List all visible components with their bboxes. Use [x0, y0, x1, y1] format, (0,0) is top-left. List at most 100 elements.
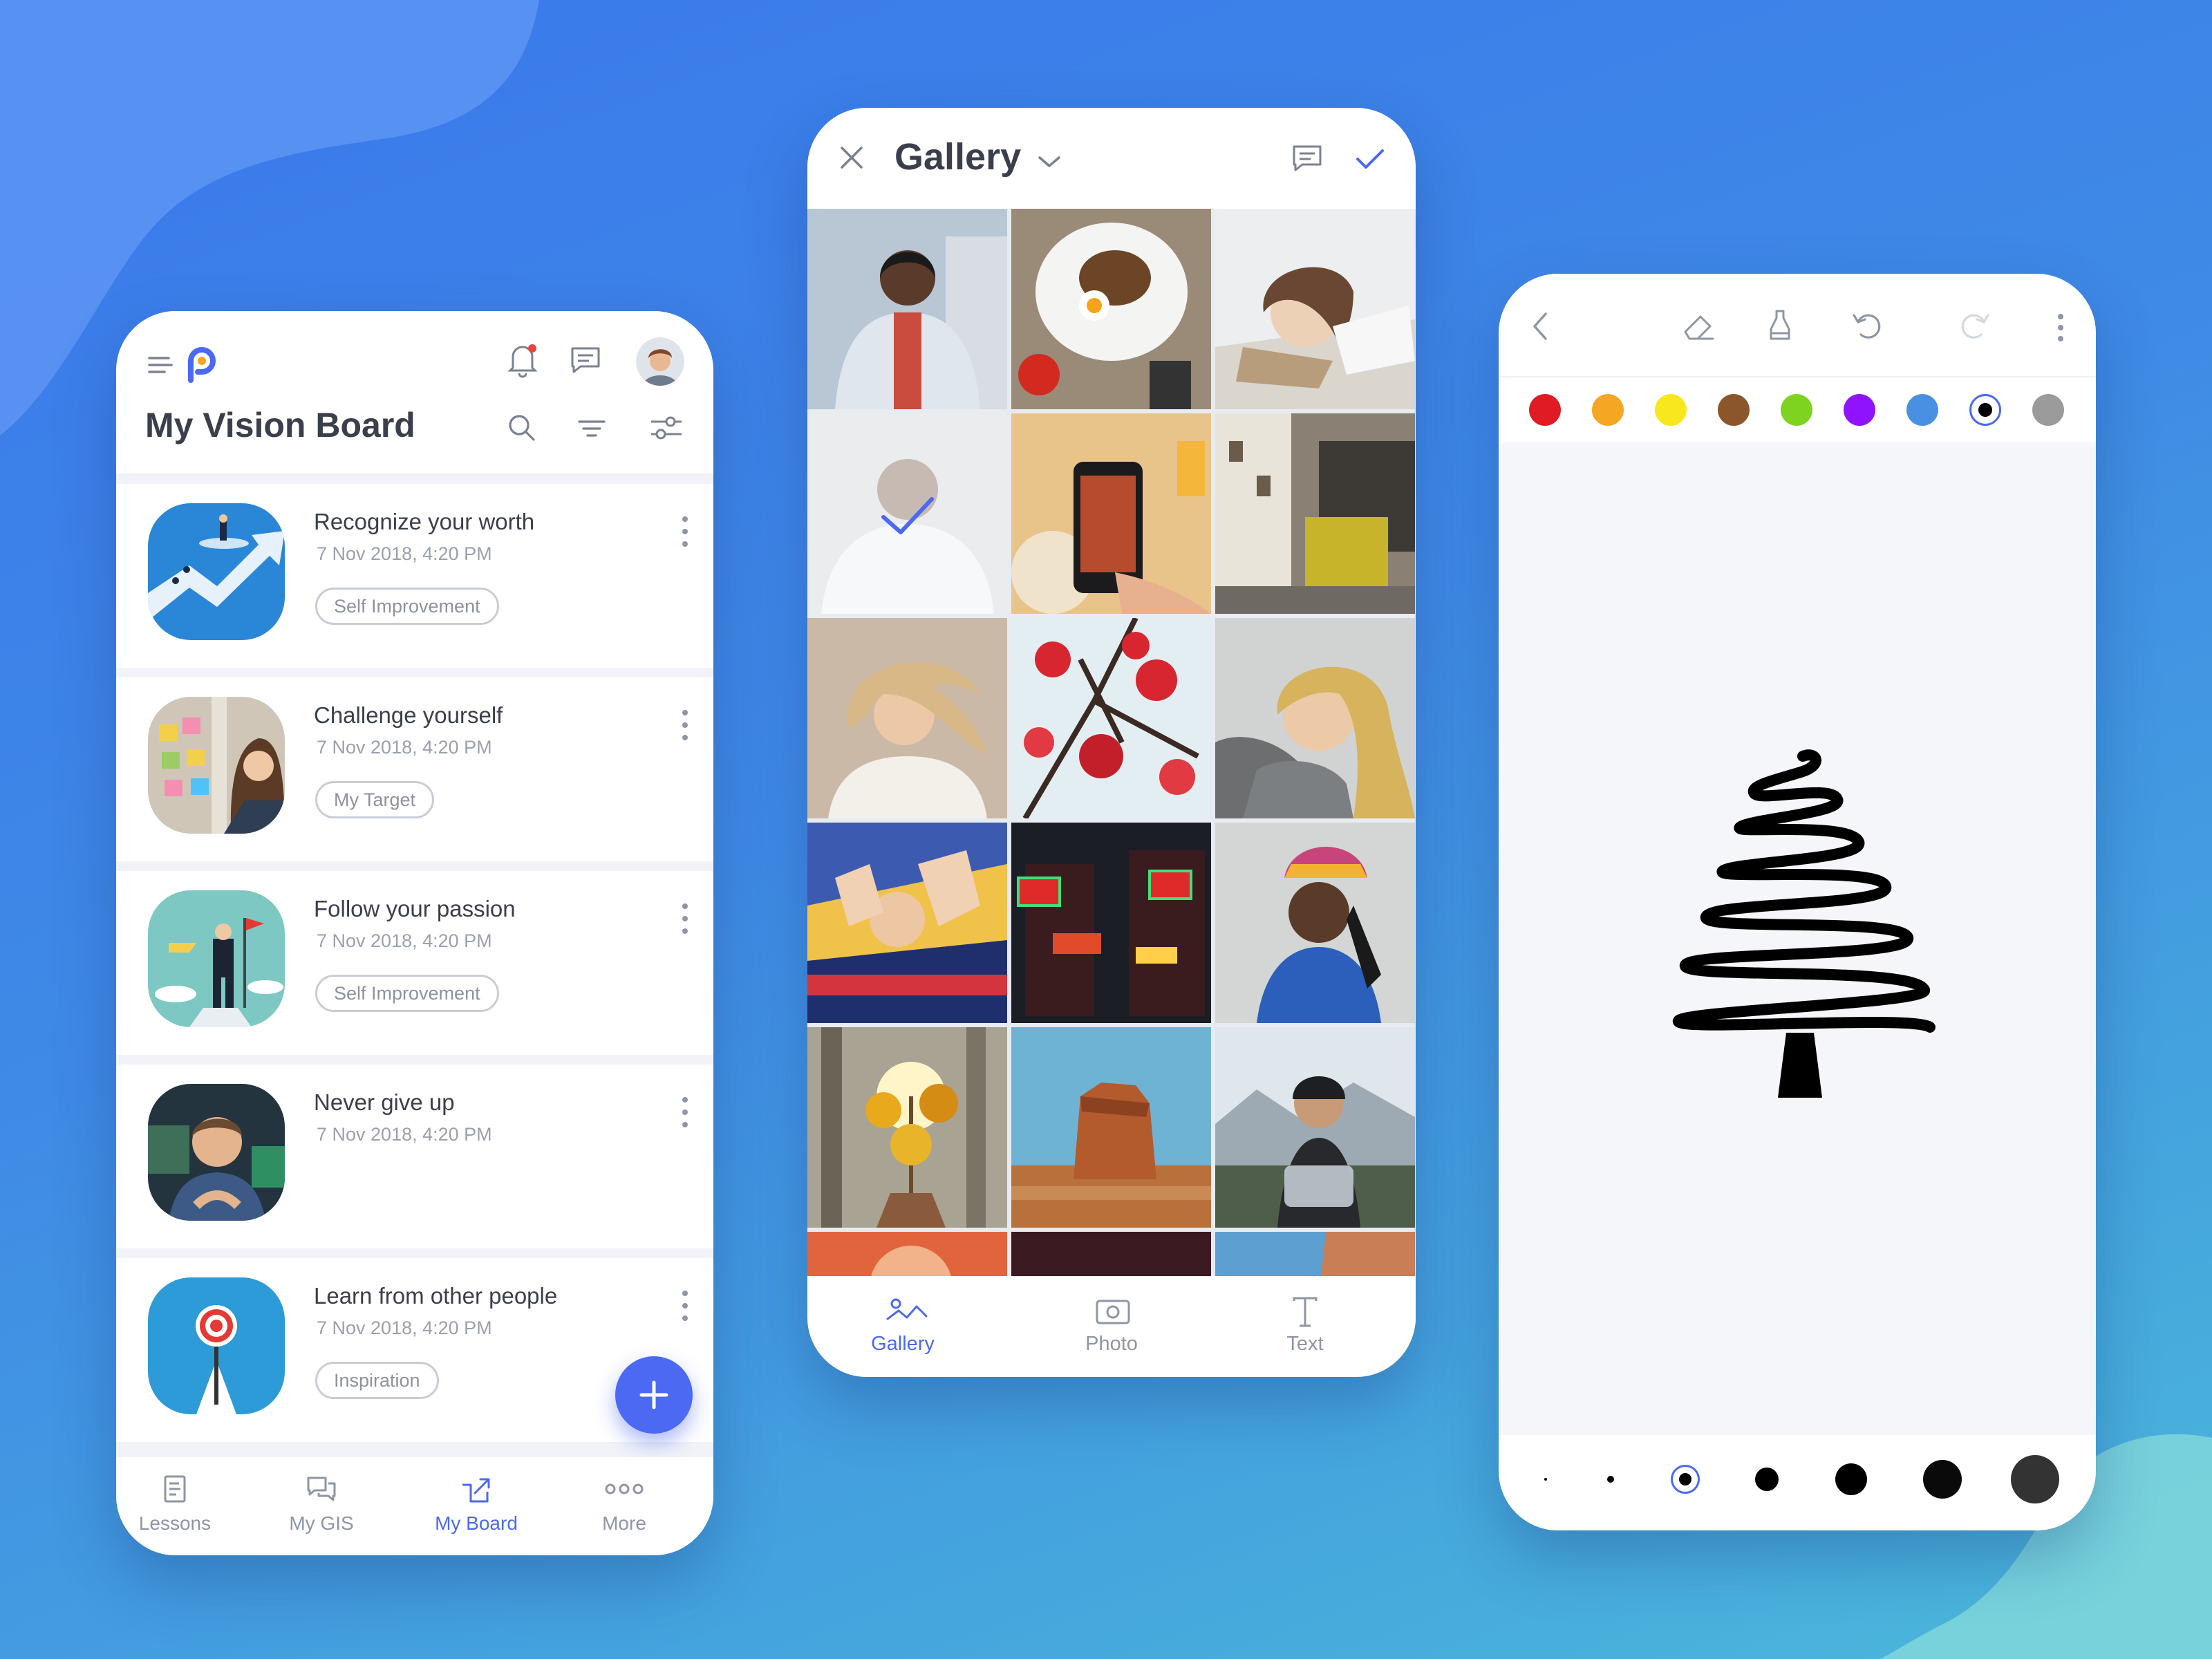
highlighter-icon[interactable]: [1765, 308, 1796, 344]
tab-photo[interactable]: Photo: [1042, 1297, 1181, 1366]
vision-board-screen: My Vision Board Recognize your worth 7 N…: [116, 311, 713, 1555]
check-icon[interactable]: [1353, 145, 1387, 173]
brush-size-option[interactable]: [1607, 1476, 1614, 1483]
more-vertical-icon[interactable]: [680, 1288, 690, 1323]
card-date: 7 Nov 2018, 4:20 PM: [317, 1124, 492, 1145]
nav-label: Lessons: [138, 1512, 212, 1534]
gallery-title[interactable]: Gallery: [894, 135, 1021, 178]
card-image: [148, 1084, 285, 1221]
bottom-navigation: Lessons My GIS My Board More: [116, 1457, 713, 1555]
card-tag[interactable]: Self Improvement: [315, 975, 499, 1012]
redo-icon[interactable]: [1958, 310, 1991, 341]
plus-icon: [639, 1380, 668, 1409]
color-swatch[interactable]: [1718, 394, 1750, 426]
tab-label: Text: [1286, 1333, 1324, 1355]
sliders-icon[interactable]: [650, 412, 683, 444]
card-image: [148, 503, 285, 640]
more-vertical-icon[interactable]: [680, 708, 690, 742]
chevron-down-icon[interactable]: [1035, 153, 1063, 170]
filter-icon[interactable]: [577, 415, 607, 442]
brush-size-option[interactable]: [1755, 1468, 1779, 1491]
photo-tile[interactable]: [1215, 618, 1415, 818]
photo-tile[interactable]: [1011, 413, 1211, 614]
tab-gallery[interactable]: Gallery: [834, 1297, 972, 1366]
card-image: [148, 1277, 285, 1414]
photo-tile[interactable]: [807, 618, 1007, 818]
card-date: 7 Nov 2018, 4:20 PM: [317, 930, 492, 951]
card-date: 7 Nov 2018, 4:20 PM: [317, 737, 492, 758]
photo-tile[interactable]: [1215, 413, 1415, 614]
color-palette: [1499, 376, 2096, 442]
color-swatch[interactable]: [1844, 394, 1875, 426]
vision-card[interactable]: Challenge yourself 7 Nov 2018, 4:20 PM M…: [116, 677, 713, 861]
undo-icon[interactable]: [1851, 310, 1884, 341]
photo-tile[interactable]: [1011, 1027, 1211, 1228]
card-tag[interactable]: Self Improvement: [315, 588, 499, 625]
more-vertical-icon[interactable]: [680, 514, 690, 549]
gallery-header: Gallery: [807, 108, 1416, 210]
card-tag[interactable]: My Target: [315, 781, 435, 818]
close-icon[interactable]: [838, 144, 865, 171]
photo-tile-selected[interactable]: [807, 413, 1007, 614]
more-vertical-icon[interactable]: [2056, 312, 2065, 343]
photo-tile[interactable]: [1011, 618, 1211, 818]
drawing-canvas[interactable]: [1651, 744, 1941, 1103]
nav-my-gis[interactable]: My GIS: [263, 1475, 380, 1544]
photo-tile[interactable]: [807, 1027, 1007, 1228]
photo-grid: [807, 209, 1416, 1377]
nav-lessons[interactable]: Lessons: [116, 1475, 234, 1544]
brush-size-option[interactable]: [1544, 1478, 1547, 1481]
color-swatch[interactable]: [1592, 394, 1624, 426]
card-title: Challenge yourself: [314, 702, 503, 728]
photo-tile[interactable]: [1215, 823, 1415, 1023]
add-button[interactable]: [615, 1356, 693, 1434]
photo-tile[interactable]: [1215, 209, 1415, 409]
page-title: My Vision Board: [145, 406, 415, 444]
tab-label: Gallery: [871, 1333, 935, 1355]
card-tag[interactable]: Inspiration: [315, 1362, 439, 1399]
card-title: Recognize your worth: [314, 509, 535, 534]
vision-card[interactable]: Never give up 7 Nov 2018, 4:20 PM: [116, 1065, 713, 1248]
search-icon[interactable]: [506, 412, 536, 442]
nav-more[interactable]: More: [565, 1475, 683, 1544]
chat-icon[interactable]: [570, 346, 601, 375]
vision-card[interactable]: Follow your passion 7 Nov 2018, 4:20 PM …: [116, 871, 713, 1055]
brush-size-option[interactable]: [1923, 1460, 1962, 1499]
board-icon: [462, 1478, 490, 1503]
more-dots-icon: [605, 1483, 644, 1494]
back-icon[interactable]: [1532, 311, 1548, 341]
photo-tile[interactable]: [807, 209, 1007, 409]
photo-tile[interactable]: [1011, 823, 1211, 1023]
color-swatch[interactable]: [1969, 394, 2001, 426]
photo-tile[interactable]: [1011, 209, 1211, 409]
tab-text[interactable]: Text: [1236, 1297, 1374, 1366]
app-logo: [188, 347, 216, 383]
tab-label: Photo: [1085, 1333, 1138, 1355]
card-title: Learn from other people: [314, 1283, 558, 1309]
more-vertical-icon[interactable]: [680, 1095, 690, 1130]
comment-icon[interactable]: [1291, 144, 1323, 173]
color-swatch[interactable]: [1655, 394, 1687, 426]
color-swatch[interactable]: [2032, 394, 2064, 426]
drawing-toolbar: [1499, 274, 2096, 377]
avatar[interactable]: [636, 337, 684, 386]
eraser-icon[interactable]: [1681, 311, 1716, 343]
menu-icon[interactable]: [147, 351, 174, 379]
vision-card[interactable]: Recognize your worth 7 Nov 2018, 4:20 PM…: [116, 484, 713, 668]
photo-tile[interactable]: [807, 823, 1007, 1023]
more-vertical-icon[interactable]: [680, 901, 690, 936]
color-swatch[interactable]: [1906, 394, 1938, 426]
notification-bell-icon[interactable]: [506, 340, 539, 379]
color-swatch[interactable]: [1529, 394, 1561, 426]
brush-size-option[interactable]: [2011, 1455, 2059, 1503]
brush-size-bar: [1499, 1435, 2096, 1530]
drawing-screen: [1499, 274, 2096, 1530]
camera-icon: [1096, 1300, 1130, 1324]
color-swatch[interactable]: [1781, 394, 1812, 426]
brush-size-option[interactable]: [1835, 1463, 1867, 1495]
photo-tile[interactable]: [1215, 1027, 1415, 1228]
nav-my-board[interactable]: My Board: [418, 1475, 535, 1544]
gallery-icon: [886, 1298, 928, 1320]
brush-size-option[interactable]: [1671, 1465, 1700, 1494]
card-title: Never give up: [314, 1089, 455, 1115]
